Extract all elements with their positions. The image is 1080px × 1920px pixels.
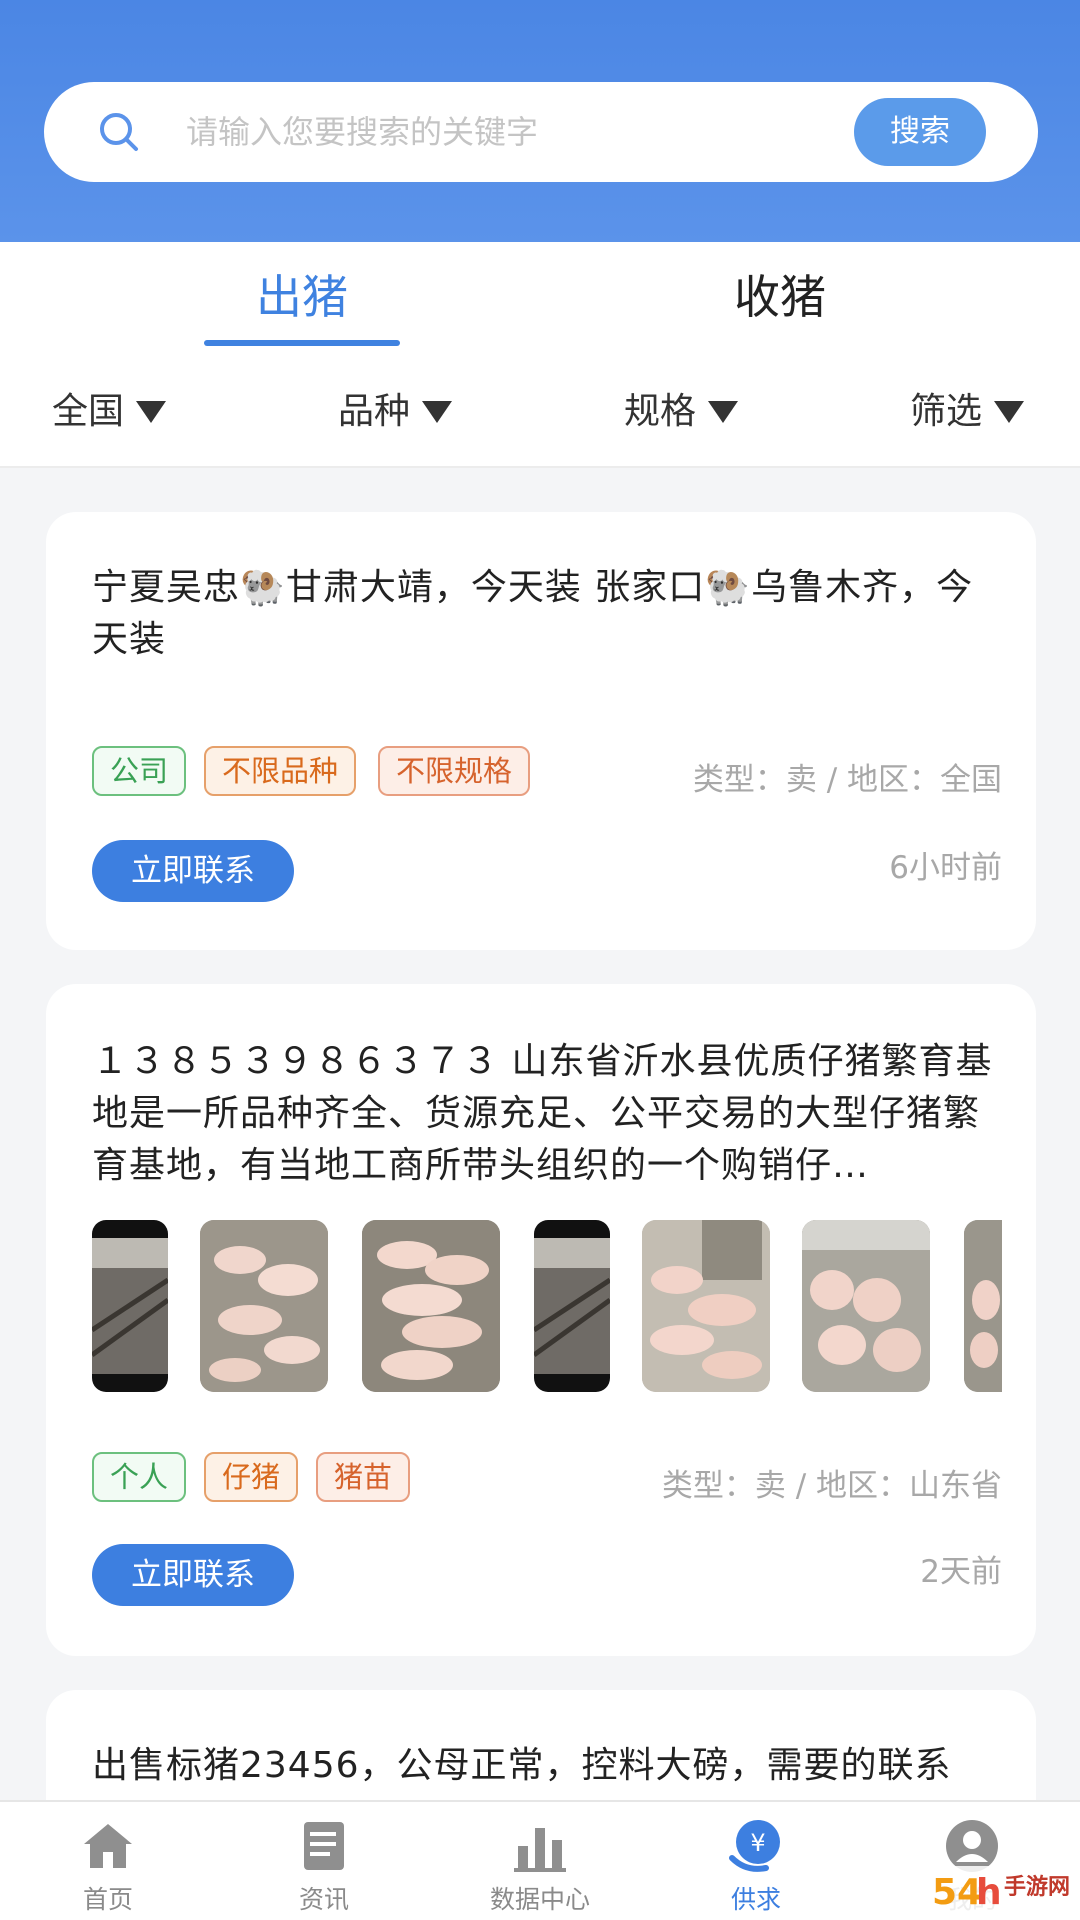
listing-photo[interactable] [642,1220,770,1392]
nav-home-label: 首页 [82,1885,133,1914]
filter-breed-label: 品种 [338,391,411,432]
data-center-icon [514,1828,566,1872]
nav-home[interactable]: 首页 [0,1802,216,1920]
listing-photo[interactable] [92,1220,168,1392]
listing-card[interactable]: 宁夏吴忠🐏甘肃大靖，今天装 张家口🐏乌鲁木齐，今天装 公司 不限品种 不限规格 … [46,512,1036,950]
watermark-logo: 54 h 手游网 [928,1862,1078,1918]
filter-region[interactable]: 全国 [52,382,167,442]
nav-data-center[interactable]: 数据中心 [432,1802,648,1920]
listing-time: 6小时前 [889,850,1002,886]
filter-more-label: 筛选 [910,391,983,432]
search-button[interactable]: 搜索 [854,98,986,166]
contact-button[interactable]: 立即联系 [92,1544,294,1606]
nav-data-center-label: 数据中心 [489,1885,590,1914]
listing-photo[interactable] [802,1220,930,1392]
search-input[interactable] [186,107,866,157]
listing-description: 出售标猪23456，公母正常，控料大磅，需要的联系 [92,1745,952,1786]
filter-spec-label: 规格 [624,391,697,432]
search-icon[interactable] [94,107,144,157]
nav-supply-demand-label: 供求 [730,1885,781,1914]
divider [0,466,1080,468]
listing-photo[interactable] [964,1220,1002,1392]
tag-seller-type: 公司 [92,746,187,796]
tag-spec: 不限规格 [378,746,531,796]
filter-more[interactable]: 筛选 [910,382,1025,442]
tag-breed: 仔猪 [204,1452,299,1502]
bottom-navigation: 首页 资讯 数据中心 ¥ 供求 我的 [0,1800,1080,1920]
tag-breed: 不限品种 [204,746,357,796]
caret-down-icon [708,401,739,423]
listing-photo[interactable] [534,1220,610,1392]
active-tab-indicator [204,340,400,346]
caret-down-icon [136,401,167,423]
nav-news-label: 资讯 [298,1885,349,1914]
tab-area: 出猪 收猪 全国 品种 规格 筛选 [0,242,1080,468]
listing-photo[interactable] [200,1220,328,1392]
tag-spec: 猪苗 [316,1452,411,1502]
contact-button[interactable]: 立即联系 [92,840,294,902]
svg-text:h: h [976,1872,1002,1913]
listing-meta: 类型：卖 / 地区：全国 [692,762,1002,798]
listing-card[interactable]: １３８５３９８６３７３ 山东省沂水县优质仔猪繁育基地是一所品种齐全、货源充足、公… [46,984,1036,1656]
nav-supply-demand[interactable]: ¥ 供求 [648,1802,864,1920]
filter-region-label: 全国 [52,391,125,432]
listing-photo[interactable] [362,1220,500,1392]
news-icon [304,1822,344,1870]
caret-down-icon [994,401,1025,423]
svg-text:手游网: 手游网 [1004,1874,1070,1900]
filter-breed[interactable]: 品种 [338,382,453,442]
filter-bar: 全国 品种 规格 筛选 [0,382,1080,442]
svg-text:¥: ¥ [750,1829,765,1857]
listing-description: 宁夏吴忠🐏甘肃大靖，今天装 张家口🐏乌鲁木齐，今天装 [92,567,974,660]
header: 搜索 [0,0,1080,242]
tag-seller-type: 个人 [92,1452,187,1502]
caret-down-icon [422,401,453,423]
listing-description: １３８５３９８６３７３ 山东省沂水县优质仔猪繁育基地是一所品种齐全、货源充足、公… [92,1041,993,1186]
filter-spec[interactable]: 规格 [624,382,739,442]
listing-meta: 类型：卖 / 地区：山东省 [661,1468,1002,1504]
search-bar: 搜索 [44,82,1038,182]
listing-time: 2天前 [920,1554,1002,1590]
tab-buy-pigs[interactable]: 收猪 [670,262,890,332]
home-icon [84,1824,132,1868]
nav-news[interactable]: 资讯 [216,1802,432,1920]
tab-sell-pigs[interactable]: 出猪 [192,262,412,332]
supply-demand-icon: ¥ [729,1820,780,1872]
svg-text:54: 54 [932,1872,982,1913]
